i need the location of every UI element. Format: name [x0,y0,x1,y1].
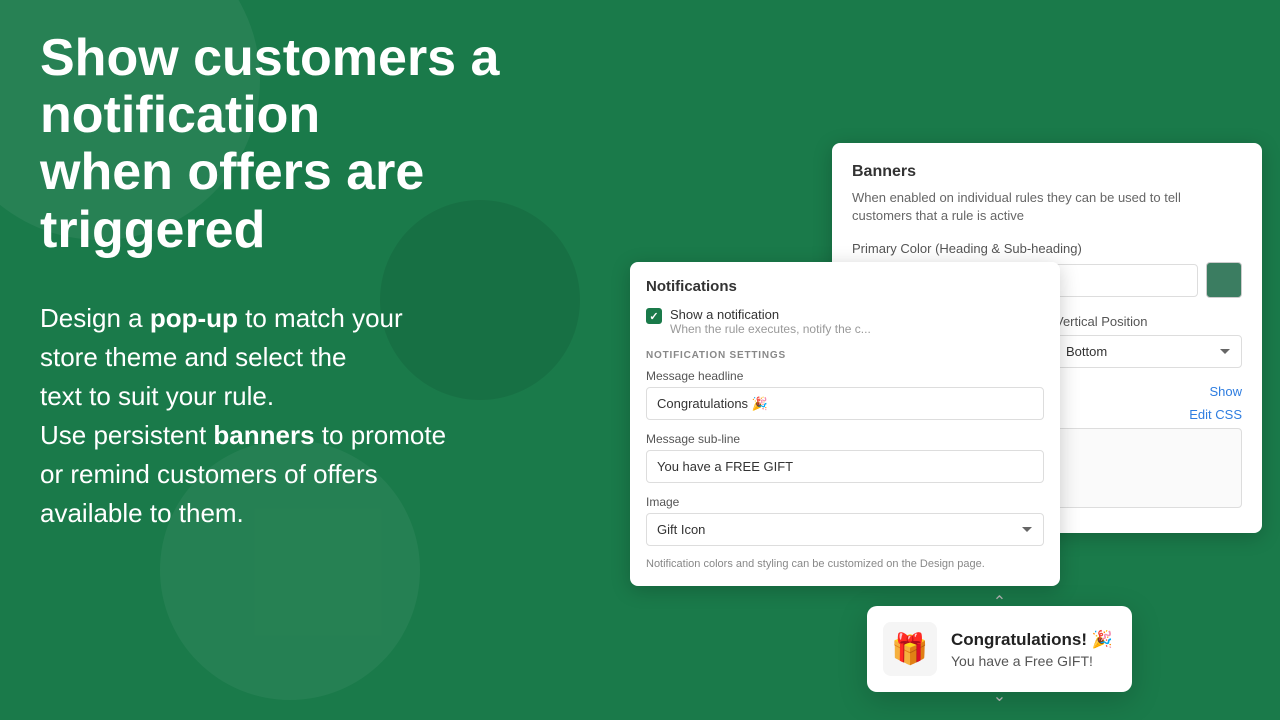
banners-description: When enabled on individual rules they ca… [852,189,1242,225]
gift-icon: 🎁 [883,622,937,676]
message-subline-label: Message sub-line [646,432,1044,446]
image-label: Image [646,495,1044,509]
popup-heading: Congratulations! 🎉 [951,630,1113,650]
message-headline-group: Message headline [646,369,1044,420]
show-notification-sub: When the rule executes, notify the c... [670,322,871,336]
popup-scroll-up-icon[interactable]: ⌃ [993,592,1006,612]
heading-line2: when offers are triggered [40,143,424,258]
vertical-position-select[interactable]: Top Center Bottom [1055,335,1242,368]
message-headline-label: Message headline [646,369,1044,383]
show-notification-row: Show a notification When the rule execut… [646,307,1044,336]
left-content: Show customers a notification when offer… [40,30,620,533]
main-heading: Show customers a notification when offer… [40,30,620,259]
popup-scroll-down-icon[interactable]: ⌄ [993,686,1006,706]
message-subline-input[interactable] [646,450,1044,483]
notifications-panel: Notifications Show a notification When t… [630,262,1060,586]
color-swatch[interactable] [1206,262,1242,298]
vertical-position-label: Vertical Position [1055,314,1242,329]
vertical-position-group: Vertical Position Top Center Bottom [1055,314,1242,368]
info-text: Notification colors and styling can be c… [646,558,1044,570]
body-text: Design a pop-up to match your store them… [40,299,620,533]
show-notification-checkbox[interactable] [646,308,662,324]
popup-text-area: Congratulations! 🎉 You have a Free GIFT! [951,630,1113,669]
banners-title: Banners [852,163,1242,181]
notifications-title: Notifications [646,278,1044,295]
notification-settings-section-label: NOTIFICATION SETTINGS [646,350,1044,361]
show-notification-label: Show a notification [670,307,871,322]
notification-popup: ⌃ 🎁 Congratulations! 🎉 You have a Free G… [867,606,1132,692]
edit-css-link[interactable]: Edit CSS [1189,407,1242,422]
message-headline-input[interactable] [646,387,1044,420]
image-group: Image Gift Icon [646,495,1044,546]
message-subline-group: Message sub-line [646,432,1044,483]
primary-color-label: Primary Color (Heading & Sub-heading) [852,241,1242,256]
show-link[interactable]: Show [1209,384,1242,399]
popup-sub: You have a Free GIFT! [951,653,1113,669]
image-select[interactable]: Gift Icon [646,513,1044,546]
heading-line1: Show customers a notification [40,29,499,144]
